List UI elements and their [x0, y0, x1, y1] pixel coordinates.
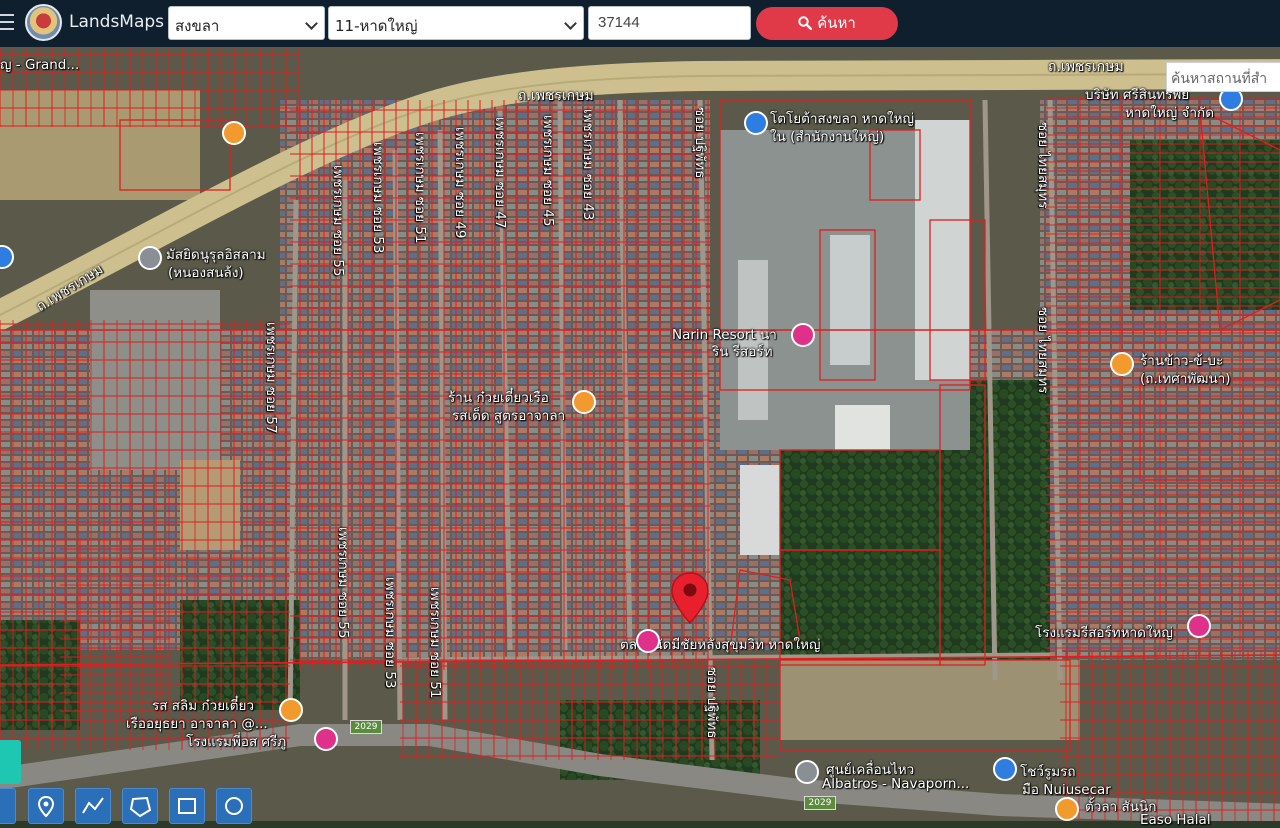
place-label-company: หาดใหญ่ จำกัด [1125, 105, 1214, 121]
chevron-down-icon [305, 17, 318, 30]
place-label-hotel: โรงแรมรีสอร์ทหาดใหญ่ [1035, 625, 1173, 641]
road-label-soi-45: เพชรเกษม ซอย 45 [540, 115, 556, 227]
polyline-tool-icon[interactable] [75, 788, 111, 824]
province-select[interactable]: สงขลา [168, 6, 325, 40]
district-value: 11-หาดใหญ่ [335, 17, 418, 35]
car-dealer-poi-icon[interactable] [744, 111, 768, 135]
road-label-soi-53: เพชรเกษม ซอย 53 [382, 577, 398, 689]
restaurant-poi-icon[interactable] [1110, 352, 1134, 376]
place-label-toyota: ใน (สำนักงานใหญ่) [770, 129, 885, 145]
rectangle-tool-icon[interactable] [169, 788, 205, 824]
place-label-halal: Easo Halal [1140, 812, 1211, 828]
parcel-number-input[interactable]: 37144 [588, 6, 751, 40]
hotel-poi-icon[interactable] [1187, 614, 1211, 638]
restaurant-poi-icon[interactable] [1055, 797, 1079, 821]
road-label-soi-49: เพชรเกษม ซอย 49 [452, 127, 468, 239]
location-marker-icon[interactable] [670, 571, 710, 625]
road-label-soi-43: เพชรเกษม ซอย 43 [580, 109, 596, 221]
road-label-soi-47: เพชรเกษม ซอย 47 [492, 117, 508, 229]
layers-toggle-button[interactable] [0, 740, 21, 784]
restaurant-poi-icon[interactable] [572, 390, 596, 414]
place-label-noodle: รสเด็ด สูตรอาจาลา [452, 408, 566, 424]
road-label-soi-55: เพชรเกษม ซอย 55 [335, 527, 351, 639]
province-value: สงขลา [175, 17, 220, 35]
hotel-poi-icon[interactable] [791, 323, 815, 347]
service-poi-icon[interactable] [795, 760, 819, 784]
road-label-soi-51: เพชรเกษม ซอย 51 [427, 587, 443, 699]
route-shield: 2029 [350, 720, 382, 734]
place-label-narin-resort: ริน รีสอร์ท [712, 344, 773, 360]
place-search-input[interactable]: ค้นหาสถานที่สำ [1166, 62, 1280, 92]
circle-tool-icon[interactable] [216, 788, 252, 824]
road-label-soi-51: เพชรเกษม ซอย 51 [412, 132, 428, 244]
hotel-poi-icon[interactable] [314, 727, 338, 751]
polygon-tool-icon[interactable] [122, 788, 158, 824]
search-button-label: ค้นหา [817, 14, 856, 32]
place-label-hotel: โรงแรมพี่อส ศรีภู [186, 734, 287, 750]
search-button[interactable]: ค้นหา [756, 7, 898, 40]
landsmaps-logo[interactable] [25, 4, 62, 41]
place-label-mosque: (หนองสนล้ง) [168, 265, 244, 281]
search-icon [798, 16, 813, 31]
road-label-soi-53: เพชรเกษม ซอย 53 [370, 142, 386, 254]
road-label-phetkasem: ถ.เพชรเกษม [518, 88, 594, 104]
district-select[interactable]: 11-หาดใหญ่ [328, 6, 584, 40]
place-label-kinon: (ถ.เทศาพัฒนา) [1140, 371, 1231, 387]
road-label-soi-55: เพชรเกษม ซอย 55 [330, 165, 346, 277]
place-label-albatros: Albatros - Navaporn... [822, 776, 970, 792]
ruler-tool-button[interactable] [0, 788, 16, 824]
restaurant-poi-icon[interactable] [222, 121, 246, 145]
road-label-soi-pattana: ซอย ปฐิพัทธ [692, 107, 708, 179]
satellite-map[interactable]: ถ.เพชรเกษม ถ.เพชรเกษม ถ.เพชรเกษม ญ - Gra… [0, 47, 1280, 828]
market-poi-icon[interactable] [636, 629, 660, 653]
menu-icon[interactable] [0, 14, 14, 32]
place-label-grand: ญ - Grand... [0, 57, 80, 73]
car-dealer-poi-icon[interactable] [993, 757, 1017, 781]
road-label-soi-pattana: ซอย ปฐิพัทธ [704, 667, 720, 739]
top-bar: LandsMaps สงขลา 11-หาดใหญ่ 37144 ค้นหา [0, 0, 1280, 47]
route-shield: 2029 [804, 796, 836, 810]
road-label-phetkasem: ถ.เพชรเกษม [1048, 59, 1124, 75]
chevron-down-icon [564, 17, 577, 30]
map-pin-tool-icon[interactable] [28, 788, 64, 824]
road-label-soi-thaisamut: ซอย ไทยสมุทร [1035, 122, 1051, 209]
restaurant-poi-icon[interactable] [279, 698, 303, 722]
road-label-soi-thaisamut: ซอย ไทยสมุทร [1035, 307, 1051, 394]
road-label-soi-57: เพชรเกษม ซอย 57 [263, 322, 279, 434]
brand-title: LandsMaps [69, 12, 165, 32]
mosque-poi-icon[interactable] [138, 246, 162, 270]
